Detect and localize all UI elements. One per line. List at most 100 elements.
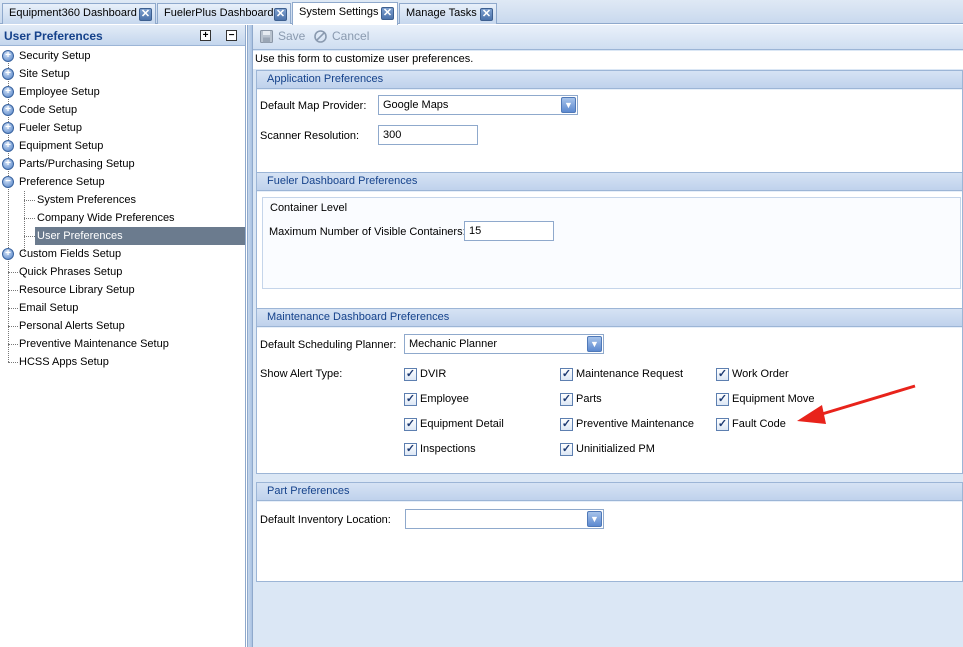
group-body: Container Level Maximum Number of Visibl… — [257, 192, 962, 323]
checkbox-check-icon[interactable]: ✓ — [716, 393, 729, 406]
dropdown-value: Google Maps — [383, 99, 449, 111]
dropdown-value: Mechanic Planner — [409, 338, 498, 350]
document-tab-bar: Equipment360 Dashboard ✕ FuelerPlus Dash… — [0, 0, 963, 25]
save-label: Save — [278, 29, 306, 43]
expand-icon[interactable]: + — [2, 86, 14, 98]
group-title: Application Preferences — [257, 71, 962, 89]
scheduling-planner-dropdown[interactable]: Mechanic Planner ▼ — [404, 334, 604, 354]
application-preferences-group: Application Preferences Default Map Prov… — [256, 70, 963, 188]
tree-item-code-setup[interactable]: + Code Setup — [0, 101, 245, 119]
inventory-location-label: Default Inventory Location: — [260, 514, 391, 526]
tab-label: System Settings — [299, 6, 379, 18]
group-body: Default Scheduling Planner: Mechanic Pla… — [257, 328, 962, 473]
tab-system-settings[interactable]: System Settings ✕ — [292, 2, 398, 25]
checkbox-check-icon[interactable]: ✓ — [404, 418, 417, 431]
navigation-panel: User Preferences + − + Security Setup + Si… — [0, 25, 246, 647]
tree-item-quick-phrases-setup[interactable]: Quick Phrases Setup — [0, 263, 245, 281]
scheduling-planner-label: Default Scheduling Planner: — [260, 339, 397, 351]
settings-tree: + Security Setup + Site Setup + Employee Se… — [0, 47, 245, 371]
chevron-down-icon[interactable]: ▼ — [587, 511, 602, 527]
checkbox-check-icon[interactable]: ✓ — [716, 368, 729, 381]
tree-connector — [8, 290, 18, 291]
checkbox-check-icon[interactable]: ✓ — [404, 443, 417, 456]
fueler-dashboard-preferences-group: Fueler Dashboard Preferences Container L… — [256, 172, 963, 324]
tab-manage-tasks[interactable]: Manage Tasks ✕ — [399, 3, 497, 24]
part-preferences-group: Part Preferences Default Inventory Locat… — [256, 482, 963, 582]
tree-connector — [8, 272, 18, 273]
group-title: Part Preferences — [257, 483, 962, 501]
inventory-location-dropdown[interactable]: ▼ — [405, 509, 604, 529]
scanner-resolution-input[interactable]: 300 — [378, 125, 478, 145]
tab-label: Manage Tasks — [406, 7, 477, 19]
max-containers-input[interactable]: 15 — [464, 221, 554, 241]
tree-item-fueler-setup[interactable]: + Fueler Setup — [0, 119, 245, 137]
group-body: Default Inventory Location: ▼ — [257, 502, 962, 581]
map-provider-label: Default Map Provider: — [260, 100, 367, 112]
collapse-all-icon[interactable]: − — [226, 30, 237, 41]
tree-connector — [8, 308, 18, 309]
container-level-title: Container Level — [270, 202, 348, 214]
settings-content: Save Cancel Use this form to customize u… — [253, 25, 963, 647]
group-title: Maintenance Dashboard Preferences — [257, 309, 962, 327]
form-toolbar: Save Cancel — [253, 25, 963, 50]
tree-item-personal-alerts-setup[interactable]: Personal Alerts Setup — [0, 317, 245, 335]
close-icon[interactable]: ✕ — [139, 8, 152, 21]
tree-connector — [24, 200, 35, 201]
save-icon — [260, 30, 273, 43]
tree-item-email-setup[interactable]: Email Setup — [0, 299, 245, 317]
tree-item-company-wide-preferences[interactable]: Company Wide Preferences — [0, 209, 245, 227]
tab-label: Equipment360 Dashboard — [9, 7, 137, 19]
cancel-button[interactable]: Cancel — [314, 29, 376, 46]
tab-equipment360-dashboard[interactable]: Equipment360 Dashboard ✕ — [2, 3, 156, 24]
chevron-down-icon[interactable]: ▼ — [587, 336, 602, 352]
expand-icon[interactable]: + — [2, 104, 14, 116]
tree-item-resource-library-setup[interactable]: Resource Library Setup — [0, 281, 245, 299]
tree-item-user-preferences[interactable]: User Preferences — [0, 227, 245, 245]
maintenance-dashboard-preferences-group: Maintenance Dashboard Preferences Defaul… — [256, 308, 963, 474]
tree-connector — [24, 236, 35, 237]
checkbox-check-icon[interactable]: ✓ — [560, 393, 573, 406]
checkbox-check-icon[interactable]: ✓ — [560, 418, 573, 431]
checkbox-check-icon[interactable]: ✓ — [560, 368, 573, 381]
tree-item-site-setup[interactable]: + Site Setup — [0, 65, 245, 83]
tree-connector — [8, 344, 18, 345]
map-provider-dropdown[interactable]: Google Maps ▼ — [378, 95, 578, 115]
panel-title: User Preferences — [4, 29, 103, 43]
show-alert-type-label: Show Alert Type: — [260, 368, 343, 380]
max-containers-label: Maximum Number of Visible Containers: — [269, 226, 466, 238]
close-icon[interactable]: ✕ — [381, 7, 394, 20]
tree-item-custom-fields-setup[interactable]: + Custom Fields Setup — [0, 245, 245, 263]
save-button[interactable]: Save — [260, 29, 312, 46]
tree-item-system-preferences[interactable]: System Preferences — [0, 191, 245, 209]
expand-icon[interactable]: + — [2, 122, 14, 134]
expand-icon[interactable]: + — [2, 50, 14, 62]
tab-fuelerplus-dashboard[interactable]: FuelerPlus Dashboard ✕ — [157, 3, 291, 24]
close-icon[interactable]: ✕ — [480, 8, 493, 21]
expand-icon[interactable]: + — [2, 140, 14, 152]
checkbox-check-icon[interactable]: ✓ — [404, 368, 417, 381]
tree-item-preventive-maintenance-setup[interactable]: Preventive Maintenance Setup — [0, 335, 245, 353]
scanner-resolution-label: Scanner Resolution: — [260, 130, 360, 142]
chevron-down-icon[interactable]: ▼ — [561, 97, 576, 113]
tree-connector — [24, 218, 35, 219]
tree-item-equipment-setup[interactable]: + Equipment Setup — [0, 137, 245, 155]
checkbox-check-icon[interactable]: ✓ — [716, 418, 729, 431]
checkbox-check-icon[interactable]: ✓ — [404, 393, 417, 406]
collapse-icon[interactable]: − — [2, 176, 14, 188]
close-icon[interactable]: ✕ — [274, 8, 287, 21]
group-title: Fueler Dashboard Preferences — [257, 173, 962, 191]
form-description: Use this form to customize user preferen… — [253, 51, 963, 69]
expand-icon[interactable]: + — [2, 68, 14, 80]
cancel-icon — [314, 30, 327, 43]
expand-all-icon[interactable]: + — [200, 30, 211, 41]
container-level-group: Container Level Maximum Number of Visibl… — [262, 197, 961, 289]
tree-item-preference-setup[interactable]: − Preference Setup — [0, 173, 245, 191]
tree-connector — [8, 362, 18, 363]
tree-item-parts-purchasing-setup[interactable]: + Parts/Purchasing Setup — [0, 155, 245, 173]
tree-item-hcss-apps-setup[interactable]: HCSS Apps Setup — [0, 353, 245, 371]
expand-icon[interactable]: + — [2, 248, 14, 260]
tree-item-employee-setup[interactable]: + Employee Setup — [0, 83, 245, 101]
expand-icon[interactable]: + — [2, 158, 14, 170]
checkbox-check-icon[interactable]: ✓ — [560, 443, 573, 456]
tree-item-security-setup[interactable]: + Security Setup — [0, 47, 245, 65]
